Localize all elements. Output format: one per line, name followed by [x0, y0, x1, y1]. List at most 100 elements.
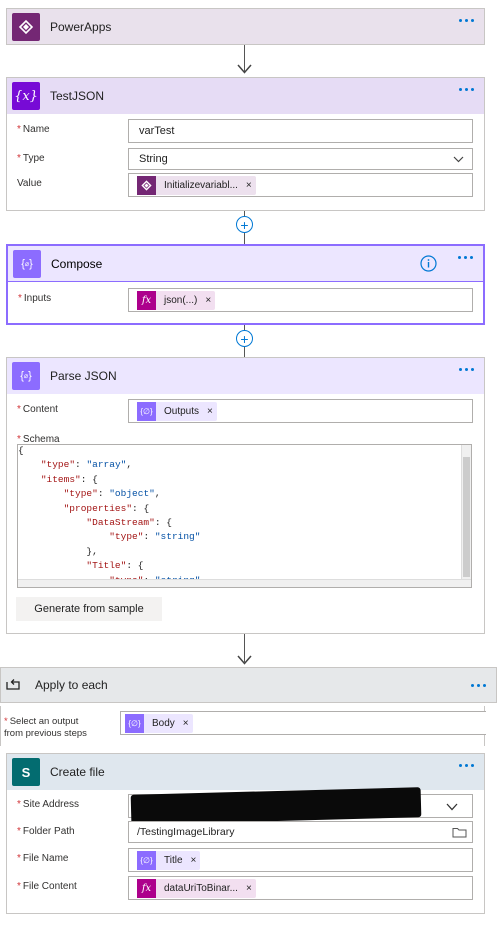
filename-field-row: * File Name {∅} Title × — [7, 848, 484, 874]
value-input[interactable]: Initializevariabl... × — [128, 173, 473, 197]
content-label: * Content — [17, 404, 58, 415]
create-file-more-button[interactable] — [459, 764, 474, 767]
type-value: String — [139, 153, 168, 165]
create-file-title: Create file — [50, 765, 105, 779]
scrollbar[interactable] — [461, 445, 471, 587]
trigger-more-button[interactable] — [459, 19, 474, 22]
parse-json-header[interactable]: {⌀} Parse JSON — [7, 358, 484, 394]
folder-icon[interactable] — [452, 827, 467, 838]
create-file-header[interactable]: S Create file — [7, 754, 484, 790]
init-variable-title: TestJSON — [50, 89, 105, 103]
schema-editor[interactable]: { "type": "array", "items": { "type": "o… — [17, 444, 472, 588]
insert-step-button[interactable]: + — [236, 330, 253, 347]
init-variable-card[interactable]: {x} TestJSON * Name varTest * Type String … — [6, 77, 485, 211]
name-input[interactable]: varTest — [128, 119, 473, 143]
chevron-down-icon — [446, 803, 458, 811]
trigger-title: PowerApps — [50, 20, 112, 34]
compose-icon: {⌀} — [13, 249, 41, 278]
apply-to-each-more-button[interactable] — [471, 684, 486, 687]
value-token[interactable]: Initializevariabl... × — [137, 176, 256, 195]
loop-icon — [6, 679, 20, 690]
generate-from-sample-label: Generate from sample — [34, 603, 144, 615]
site-field-row: * Site Address — [7, 787, 484, 825]
close-icon[interactable]: × — [201, 295, 215, 306]
generate-from-sample-button[interactable]: Generate from sample — [16, 597, 162, 621]
content-token-label: Outputs — [164, 406, 200, 417]
content-field-row: * Content {∅} Outputs × — [7, 399, 484, 425]
variable-icon: {x} — [12, 82, 40, 110]
site-address-select[interactable] — [128, 787, 473, 825]
type-field-row: * Type String — [7, 148, 484, 174]
code-line: "type": "string" — [109, 531, 201, 543]
file-name-input[interactable]: {∅} Title × — [128, 848, 473, 872]
content-input[interactable]: {∅} Outputs × — [128, 399, 473, 423]
inputs-field-row: * Inputs fx json(...) × — [8, 288, 483, 314]
inputs-input[interactable]: fx json(...) × — [128, 288, 473, 312]
file-content-token-label: dataUriToBinar... — [164, 883, 238, 894]
name-field-row: * Name varTest — [7, 119, 484, 145]
apply-to-each-title: Apply to each — [35, 678, 108, 692]
compose-header[interactable]: {⌀} Compose — [8, 246, 483, 282]
value-token-label: Initializevariabl... — [164, 180, 238, 191]
folder-path-input[interactable]: /TestingImageLibrary — [128, 821, 473, 843]
expression-icon: fx — [137, 879, 156, 898]
powerapps-icon — [137, 176, 156, 195]
code-line: "DataStream": { — [86, 516, 172, 528]
close-icon[interactable]: × — [187, 855, 201, 866]
expression-icon: fx — [137, 291, 156, 310]
apply-to-each-header[interactable]: Apply to each — [0, 667, 497, 703]
arrow-down-icon — [237, 655, 252, 665]
schema-lines: { "type": "array", "items": { "type": "o… — [18, 445, 471, 587]
redacted-value — [130, 787, 422, 825]
code-line: "items": { — [40, 473, 98, 485]
folder-path-value: /TestingImageLibrary — [137, 826, 235, 838]
code-line: { — [18, 445, 24, 456]
parse-json-title: Parse JSON — [50, 369, 117, 383]
compose-icon: {∅} — [137, 851, 156, 870]
info-icon[interactable] — [420, 255, 437, 272]
file-content-input[interactable]: fx dataUriToBinar... × — [128, 876, 473, 900]
select-output-input[interactable]: {∅} Body × — [120, 711, 486, 735]
close-icon[interactable]: × — [242, 883, 256, 894]
compose-more-button[interactable] — [458, 256, 473, 259]
insert-step-button[interactable]: + — [236, 216, 253, 233]
scrollbar[interactable] — [18, 579, 471, 587]
close-icon[interactable]: × — [203, 406, 217, 417]
trigger-header[interactable]: PowerApps — [7, 9, 484, 45]
value-field-row: Value Initializevariabl... × — [7, 173, 484, 199]
site-address-label: * Site Address — [17, 799, 80, 810]
inputs-token-label: json(...) — [164, 295, 198, 306]
inputs-label: * Inputs — [18, 293, 52, 304]
code-line: "type": "array", — [40, 459, 133, 471]
type-label: * Type — [17, 153, 45, 164]
trigger-card[interactable]: PowerApps — [6, 8, 485, 45]
init-variable-header[interactable]: {x} TestJSON — [7, 78, 484, 114]
apply-select-region: * Select an output from previous steps {∅}… — [0, 706, 486, 746]
code-line: "properties": { — [63, 502, 150, 514]
compose-icon: {∅} — [137, 402, 156, 421]
file-name-label: * File Name — [17, 853, 69, 864]
file-content-token[interactable]: fx dataUriToBinar... × — [137, 879, 256, 898]
close-icon[interactable]: × — [179, 718, 193, 729]
close-icon[interactable]: × — [242, 180, 256, 191]
create-file-card[interactable]: S Create file * Site Address * Folder Path… — [6, 753, 485, 914]
file-name-token-label: Title — [164, 855, 183, 866]
value-label: Value — [17, 178, 42, 189]
inputs-token[interactable]: fx json(...) × — [137, 291, 216, 310]
content-token[interactable]: {∅} Outputs × — [137, 402, 217, 421]
code-line: "Title": { — [86, 560, 144, 572]
init-variable-more-button[interactable] — [459, 88, 474, 91]
code-line: }, — [18, 545, 98, 557]
folder-field-row: * Folder Path /TestingImageLibrary — [7, 821, 484, 847]
powerapps-icon — [12, 13, 40, 41]
file-name-token[interactable]: {∅} Title × — [137, 851, 201, 870]
compose-icon: {∅} — [125, 714, 144, 733]
select-output-label: * Select an output from previous steps — [4, 716, 87, 739]
compose-title: Compose — [51, 256, 103, 271]
parse-json-icon: {⌀} — [12, 362, 40, 390]
parse-json-more-button[interactable] — [459, 368, 474, 371]
type-select[interactable]: String — [128, 148, 473, 170]
compose-card[interactable]: {⌀} Compose * Inputs fx json(...) × — [6, 244, 485, 325]
content-field-row: * File Content fx dataUriToBinar... × — [7, 876, 484, 902]
select-output-token[interactable]: {∅} Body × — [125, 714, 193, 733]
